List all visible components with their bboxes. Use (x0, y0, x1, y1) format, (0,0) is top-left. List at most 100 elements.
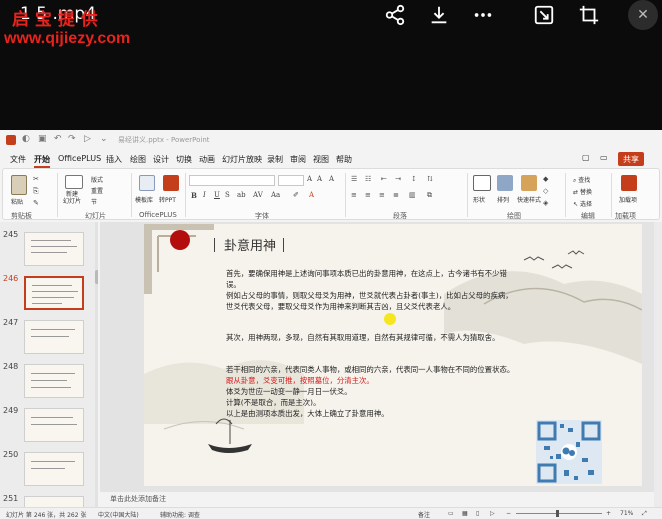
slide[interactable]: 卦意用神 首先，要确保用神是上述询问事项本质已出的卦意用神，在这点上，古今诸书有… (144, 224, 642, 486)
tab-home[interactable]: 开始 (34, 154, 50, 168)
template-icon[interactable] (139, 175, 155, 191)
slide-paragraph[interactable]: 其次，用神两现，多现，自然有其取用道理，自然有其规律可循，不需人为猜取舍。 (226, 332, 518, 343)
reset-button[interactable]: 重置 (91, 186, 103, 195)
autosave-icon[interactable]: ◐ (22, 134, 30, 144)
slide-thumbnail-item[interactable]: 247 (0, 318, 98, 358)
slide-paragraph[interactable]: 体爻为世应一动变一静一月日一伏爻。 (226, 386, 518, 397)
tab-help[interactable]: 帮助 (336, 154, 352, 165)
indent-increase-icon[interactable]: ⇥ (395, 175, 401, 183)
underline-icon[interactable]: U (214, 191, 220, 199)
slide-paragraph[interactable]: 若干相同的六亲，代表同类人事物，或相同的六亲，代表同一人事物在不同的位置状态。跟… (226, 364, 518, 386)
smartart-icon[interactable]: ⧉ (427, 191, 432, 200)
bullets-icon[interactable]: ☰ (351, 175, 357, 183)
zoom-out-icon[interactable]: − (506, 510, 511, 517)
quick-styles-button[interactable]: 快速样式 (517, 195, 541, 204)
slide-paragraph[interactable]: 计算(不是取合，而是主次)。 (226, 397, 518, 408)
shape-effects-icon[interactable]: ◈ (543, 199, 548, 207)
thumbnail-scrollbar[interactable] (95, 222, 98, 507)
shapes-button[interactable]: 形状 (473, 195, 485, 204)
tab-officeplus[interactable]: OfficePLUS (58, 154, 101, 163)
select-button[interactable]: ↖ 选择 (573, 199, 592, 208)
customize-qa-icon[interactable]: ⌄ (100, 134, 108, 144)
format-painter-icon[interactable]: ✎ (33, 199, 39, 207)
template-button[interactable]: 模板库 (135, 195, 153, 204)
slide-thumbnail-item[interactable]: 245 (0, 230, 98, 270)
slide-thumbnail[interactable] (24, 364, 84, 398)
zoom-slider[interactable] (516, 513, 602, 514)
clear-format-icon[interactable]: A (329, 175, 334, 183)
columns-icon[interactable]: ▥ (409, 191, 416, 199)
text-direction-icon[interactable]: ⇅ (427, 175, 433, 183)
pip-icon[interactable] (531, 2, 557, 28)
notes-placeholder[interactable]: 单击此处添加备注 (110, 494, 166, 504)
tab-record[interactable]: 录制 (267, 154, 283, 165)
convert-ppt-icon[interactable] (163, 175, 179, 191)
notes-toggle[interactable]: 备注 (418, 510, 430, 519)
tab-transitions[interactable]: 切换 (176, 154, 192, 165)
normal-view-icon[interactable]: ▭ (448, 510, 454, 517)
tab-review[interactable]: 审阅 (290, 154, 306, 165)
slideshow-view-icon[interactable]: ▷ (490, 510, 495, 517)
font-color-icon[interactable]: A (309, 191, 314, 199)
language-indicator[interactable]: 中文(中国大陆) (98, 510, 139, 519)
slide-thumbnail[interactable] (24, 320, 84, 354)
close-icon[interactable]: ✕ (628, 0, 658, 30)
increase-font-icon[interactable]: A (307, 175, 312, 183)
decrease-font-icon[interactable]: A (317, 175, 322, 183)
save-icon[interactable]: ▣ (38, 134, 47, 144)
tab-file[interactable]: 文件 (10, 154, 26, 165)
tab-animations[interactable]: 动画 (199, 154, 215, 165)
paste-button[interactable]: 粘贴 (11, 197, 23, 206)
more-icon[interactable] (470, 2, 496, 28)
slide-paragraph[interactable]: 例如占父母的事情，则取父母爻为用神，世爻就代表占卦者(事主)，比如占父母的疾病，… (226, 290, 518, 312)
slide-thumbnail-selected[interactable] (24, 276, 84, 310)
tab-slideshow[interactable]: 幻灯片放映 (222, 154, 262, 165)
accessibility-status[interactable]: 辅助功能: 调查 (160, 510, 200, 519)
slide-thumbnail[interactable] (24, 496, 84, 507)
bold-icon[interactable]: B (191, 191, 197, 200)
arrange-icon[interactable] (497, 175, 513, 191)
line-spacing-icon[interactable]: ↕ (411, 175, 417, 183)
align-center-icon[interactable]: ≡ (365, 191, 371, 199)
numbering-icon[interactable]: ☷ (365, 175, 371, 183)
slide-thumbnail-item[interactable]: 249 (0, 406, 98, 446)
justify-icon[interactable]: ≣ (393, 191, 399, 199)
highlight-icon[interactable]: ✐ (293, 191, 299, 199)
slide-thumbnail-item[interactable]: 248 (0, 362, 98, 402)
slide-title[interactable]: 卦意用神 (224, 235, 276, 254)
download-icon[interactable] (426, 2, 452, 28)
new-slide-icon[interactable] (65, 175, 83, 189)
section-button[interactable]: 节 (91, 197, 97, 206)
present-icon[interactable]: ▷ (84, 134, 91, 144)
redo-icon[interactable]: ↷ (68, 134, 76, 144)
italic-icon[interactable]: I (203, 191, 206, 199)
layout-button[interactable]: 版式 (91, 175, 103, 184)
slide-thumbnail[interactable] (24, 408, 84, 442)
slide-thumbnail[interactable] (24, 232, 84, 266)
align-right-icon[interactable]: ≡ (379, 191, 385, 199)
paste-icon[interactable] (11, 175, 27, 195)
present-mode-icon[interactable]: ▭ (600, 153, 608, 162)
tab-draw[interactable]: 绘图 (130, 154, 146, 165)
cut-icon[interactable]: ✂ (33, 175, 39, 183)
reading-view-icon[interactable]: ▯ (476, 510, 479, 517)
notes-pane[interactable]: 单击此处添加备注 (100, 492, 654, 507)
shadow-icon[interactable]: S (225, 191, 230, 199)
thumbnail-scrollbar-thumb[interactable] (95, 270, 98, 284)
addins-icon[interactable] (621, 175, 637, 191)
slide-thumbnail-item-selected[interactable]: 246 (0, 274, 98, 314)
quick-styles-icon[interactable] (521, 175, 537, 191)
zoom-slider-thumb[interactable] (556, 510, 559, 517)
undo-icon[interactable]: ↶ (54, 134, 62, 144)
share-icon[interactable] (382, 2, 408, 28)
replace-button[interactable]: ⇄ 替换 (573, 187, 592, 196)
font-size-box[interactable] (278, 175, 304, 186)
shape-outline-icon[interactable]: ◇ (543, 187, 548, 195)
strikethrough-icon[interactable]: ab (237, 191, 246, 199)
arrange-button[interactable]: 排列 (497, 195, 509, 204)
spacing-icon[interactable]: AV (253, 191, 263, 199)
find-button[interactable]: ⌕ 查找 (573, 175, 590, 185)
comments-icon[interactable]: ▢ (582, 153, 590, 162)
slide-paragraph[interactable]: 首先，要确保用神是上述询问事项本质已出的卦意用神，在这点上，古今诸书有不少错误。 (226, 268, 518, 290)
indent-decrease-icon[interactable]: ⇤ (381, 175, 387, 183)
